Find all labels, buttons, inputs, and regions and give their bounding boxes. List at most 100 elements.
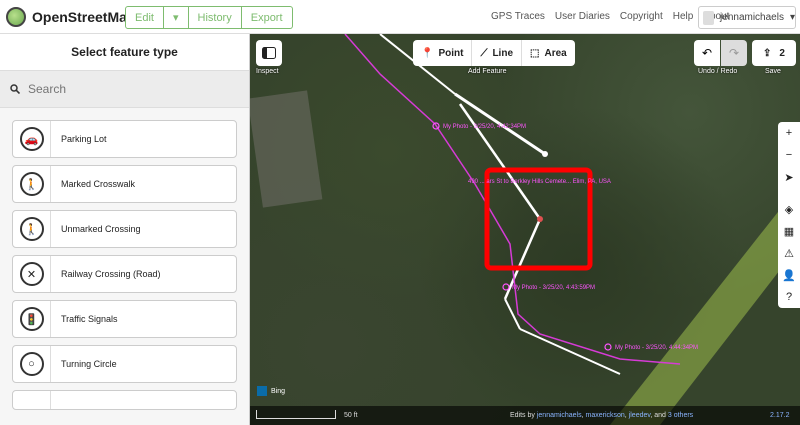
geolocate-button[interactable]: ➤: [778, 166, 800, 188]
inspect-button[interactable]: [256, 40, 282, 66]
map-data-icon: ▦: [783, 225, 795, 238]
save-caption: Save: [765, 68, 781, 75]
others-link[interactable]: 3 others: [668, 412, 693, 419]
pedestrian-icon: 🚶: [19, 172, 44, 196]
preset-unmarked-crossing[interactable]: 🚶 Unmarked Crossing: [12, 210, 237, 248]
editor-link[interactable]: maxerickson: [586, 412, 625, 419]
preset-label: Traffic Signals: [61, 314, 118, 324]
search-bar: [0, 70, 249, 108]
preset-label: Railway Crossing (Road): [61, 269, 161, 279]
sidebar-toggle-icon: [262, 47, 276, 59]
railway-landuse: [610, 184, 800, 425]
road-segment[interactable]: [519, 328, 621, 375]
preset-traffic-signals[interactable]: 🚦 Traffic Signals: [12, 300, 237, 338]
add-point-button[interactable]: 📍 Point: [413, 40, 473, 66]
photo-label: My Photo - 3/25/20, 4:42:34PM: [443, 124, 526, 130]
warning-icon: ⚠: [784, 247, 794, 260]
preset-label: Turning Circle: [61, 359, 117, 369]
road-segment[interactable]: [458, 103, 542, 220]
redo-button[interactable]: ↷: [721, 40, 747, 66]
zoom-out-button[interactable]: −: [778, 144, 800, 166]
area-icon: ⬚: [530, 47, 540, 59]
preset-railway-crossing-road[interactable]: ✕ Railway Crossing (Road): [12, 255, 237, 293]
save-button[interactable]: ⇪ 2: [752, 40, 796, 66]
help-icon: ?: [785, 291, 793, 303]
osm-logo-icon: [6, 7, 26, 27]
imagery-name: Bing: [271, 387, 286, 395]
preset-list: 🚗 Parking Lot 🚶 Marked Crosswalk 🚶 Unmar…: [0, 108, 249, 410]
attribution-prefix: Edits by: [510, 412, 535, 419]
preferences-button[interactable]: 👤: [778, 264, 800, 286]
point-icon: 📍: [421, 47, 434, 59]
add-feature-caption: Add Feature: [468, 68, 507, 75]
scale-bar[interactable]: [256, 410, 336, 419]
version-label[interactable]: 2.17.2: [770, 412, 789, 419]
attribution: Edits by jennamichaels, maxerickson, jle…: [510, 412, 694, 419]
add-line-button[interactable]: ⟋ Line: [472, 40, 523, 66]
selected-node[interactable]: [537, 216, 543, 222]
help-button[interactable]: ?: [778, 286, 800, 308]
preset-parking-lot[interactable]: 🚗 Parking Lot: [12, 120, 237, 158]
way-endpoint[interactable]: [542, 151, 548, 157]
user-menu-button[interactable]: jennamichaels ▾: [698, 6, 796, 29]
undo-redo-caption: Undo / Redo: [698, 68, 738, 75]
nav-link-copyright[interactable]: Copyright: [620, 11, 663, 22]
map-canvas[interactable]: My Photo - 3/25/20, 4:42:34PM 490 ... ar…: [250, 34, 800, 425]
railway-cross-icon: ✕: [19, 262, 44, 286]
layers-icon: ◈: [784, 203, 794, 216]
map-data-button[interactable]: ▦: [778, 220, 800, 242]
chevron-down-icon: ▾: [789, 12, 795, 23]
pedestrian-icon: 🚶: [19, 217, 44, 241]
issues-button[interactable]: ⚠: [778, 242, 800, 264]
preset-marked-crosswalk[interactable]: 🚶 Marked Crosswalk: [12, 165, 237, 203]
line-icon: ⟋: [480, 47, 488, 59]
plus-icon: +: [785, 127, 793, 139]
nav-link-user-diaries[interactable]: User Diaries: [555, 11, 610, 22]
minus-icon: −: [785, 149, 793, 161]
photo-label: My Photo - 3/25/20, 4:44:34PM: [615, 345, 698, 351]
inspect-caption: Inspect: [256, 68, 279, 75]
editor-link[interactable]: jleedev: [629, 412, 651, 419]
car-icon: 🚗: [19, 127, 44, 151]
nav-link-help[interactable]: Help: [673, 11, 694, 22]
map-controls: + − ➤ ◈ ▦ ⚠ 👤 ?: [778, 122, 800, 308]
nav-link-gps-traces[interactable]: GPS Traces: [491, 11, 545, 22]
search-icon: [10, 84, 20, 94]
photo-marker[interactable]: [604, 343, 612, 351]
add-area-button[interactable]: ⬚ Area: [522, 40, 575, 66]
preset-label: Unmarked Crossing: [61, 224, 141, 234]
upload-icon: ⇪: [763, 47, 772, 59]
location-arrow-icon: ➤: [784, 171, 794, 184]
map-overlay: My Photo - 3/25/20, 4:42:34PM 490 ... ar…: [250, 34, 800, 425]
edit-dropdown-button[interactable]: ▾: [163, 6, 189, 29]
user-settings-icon: 👤: [782, 269, 796, 282]
avatar: [703, 10, 715, 25]
site-title: OpenStreetMap: [32, 9, 136, 25]
export-button[interactable]: Export: [241, 6, 293, 29]
scale-label: 50 ft: [344, 412, 358, 419]
sidebar-title: Select feature type: [0, 34, 249, 70]
username: jennamichaels: [720, 12, 784, 23]
add-point-label: Point: [438, 47, 464, 59]
photo-marker[interactable]: [502, 283, 510, 291]
undo-icon: ↶: [701, 46, 713, 60]
editor-link[interactable]: jennamichaels: [537, 412, 582, 419]
search-input[interactable]: [28, 82, 228, 96]
add-area-label: Area: [544, 47, 567, 59]
traffic-light-icon: 🚦: [19, 307, 44, 331]
add-line-label: Line: [492, 47, 514, 59]
zoom-in-button[interactable]: +: [778, 122, 800, 144]
top-navbar: OpenStreetMap Edit ▾ History Export GPS …: [0, 0, 800, 34]
preset-label: Marked Crosswalk: [61, 179, 136, 189]
preset-label: Parking Lot: [61, 134, 107, 144]
preset-turning-circle[interactable]: ○ Turning Circle: [12, 345, 237, 383]
undo-button[interactable]: ↶: [694, 40, 720, 66]
background-layers-button[interactable]: ◈: [778, 198, 800, 220]
preset-more[interactable]: [12, 390, 237, 410]
history-button[interactable]: History: [188, 6, 242, 29]
edit-button[interactable]: Edit: [125, 6, 164, 29]
imagery-logo: Bing: [257, 386, 285, 396]
photo-label: My Photo - 3/25/20, 4:43:59PM: [512, 285, 595, 291]
osm-logo[interactable]: OpenStreetMap: [6, 7, 135, 27]
save-count: 2: [779, 47, 785, 59]
